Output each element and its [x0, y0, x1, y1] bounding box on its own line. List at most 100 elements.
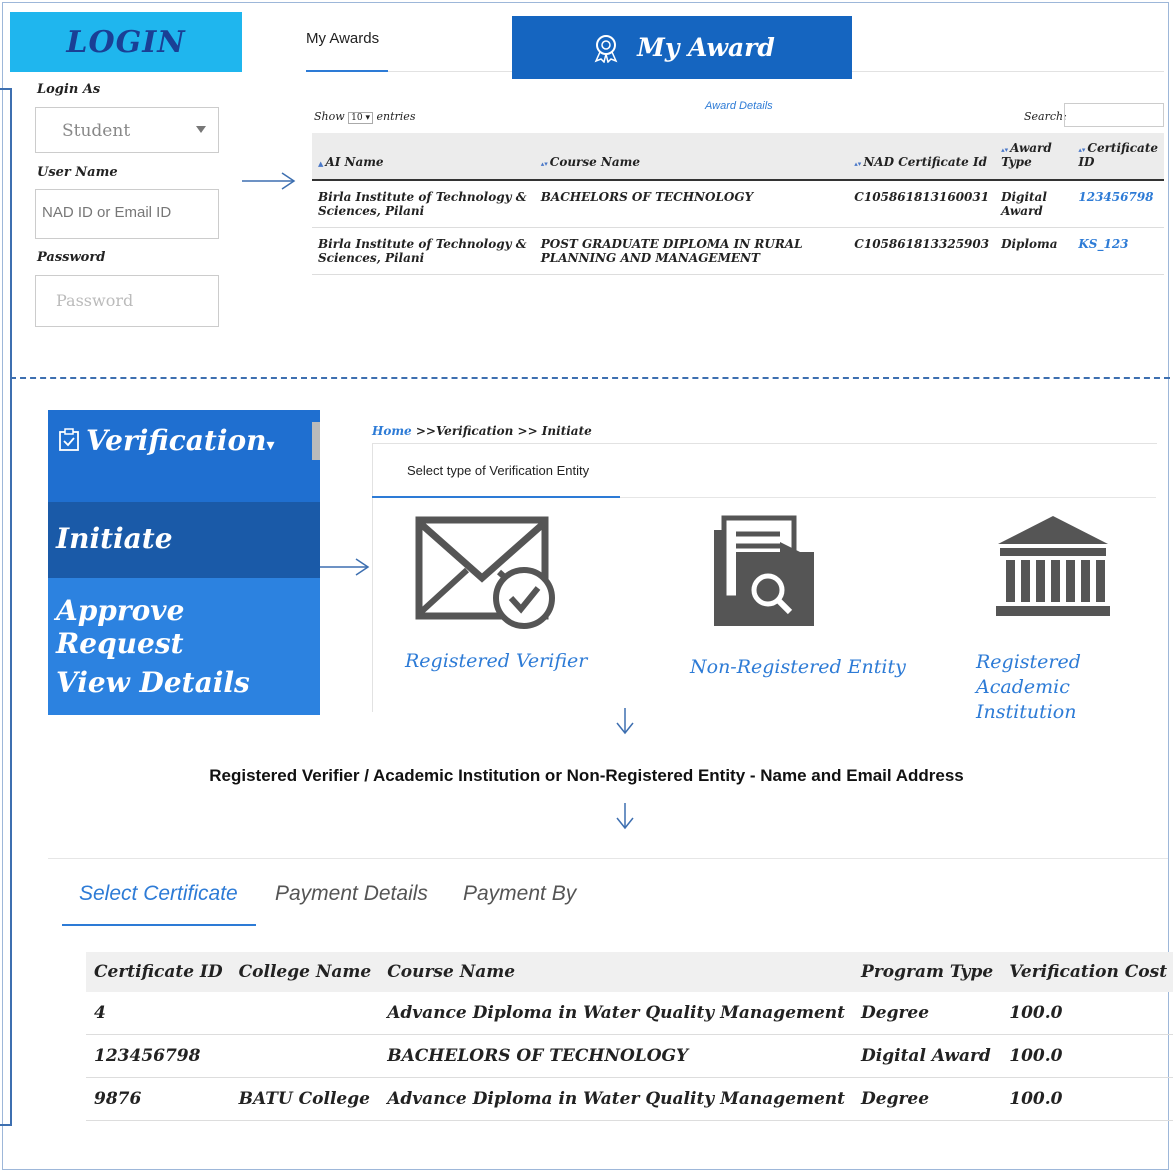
flow-connector-top	[0, 88, 12, 90]
cell-cost: 100.0	[1001, 992, 1173, 1035]
option-registered-academic-institution-label[interactable]: Registered Academic Institution	[976, 650, 1166, 725]
login-as-value: Student	[62, 121, 131, 141]
tab-payment-details[interactable]: Payment Details	[275, 882, 428, 906]
cell-ai-name: Birla Institute of Technology & Sciences…	[312, 227, 535, 275]
cell-program: Digital Award	[853, 1034, 1002, 1078]
menu-item-view-details[interactable]: View Details	[48, 646, 320, 715]
menu-scroll-handle	[312, 422, 320, 460]
breadcrumb-home-link[interactable]: Home	[372, 424, 412, 438]
cell-cert-id-link[interactable]: 123456798	[1072, 180, 1164, 228]
col-header: Verification Cost	[1001, 952, 1173, 992]
col-header: Course Name	[379, 952, 854, 992]
section-divider	[10, 377, 1170, 379]
login-as-select[interactable]: Student	[35, 107, 219, 153]
cell-college	[230, 992, 380, 1035]
cell-course: BACHELORS OF TECHNOLOGY	[379, 1034, 854, 1078]
col-header[interactable]: ▴▾ Award Type	[995, 133, 1073, 181]
cell-course: Advance Diploma in Water Quality Managem…	[379, 1077, 854, 1121]
table-row: 4 Advance Diploma in Water Quality Manag…	[86, 992, 1173, 1035]
entries-select[interactable]: 10 ▾	[348, 112, 374, 124]
table-row: Birla Institute of Technology & Sciences…	[312, 227, 1164, 275]
col-header[interactable]: ▴▾ Course Name	[534, 133, 849, 181]
certificate-table: Certificate ID College Name Course Name …	[86, 952, 1173, 1121]
cell-program: Degree	[853, 992, 1002, 1035]
username-label: User Name	[37, 165, 118, 180]
arrow-down-icon	[616, 708, 634, 735]
cell-cert-id: 9876	[86, 1077, 231, 1121]
cell-college: BATU College	[230, 1077, 380, 1121]
option-registered-verifier-label[interactable]: Registered Verifier	[405, 650, 587, 672]
tab-active-underline	[372, 496, 620, 498]
entries-value: 10	[351, 113, 363, 123]
my-award-title: My Award	[637, 33, 775, 62]
col-header: Certificate ID	[86, 952, 231, 992]
cell-college	[230, 1034, 380, 1078]
search-input[interactable]	[1064, 103, 1164, 127]
tab-divider	[620, 497, 1156, 498]
menu-item-initiate[interactable]: Initiate	[48, 502, 320, 578]
tab-my-awards[interactable]: My Awards	[306, 30, 379, 47]
show-label: Show	[314, 110, 345, 123]
cell-award-type: Digital Award	[995, 180, 1073, 228]
col-header[interactable]: ▴▾ NAD Certificate Id	[848, 133, 996, 181]
tab-select-verification-entity[interactable]: Select type of Verification Entity	[407, 463, 589, 478]
award-badge-icon	[594, 34, 618, 63]
my-award-banner: My Award	[512, 16, 852, 79]
tab-select-certificate[interactable]: Select Certificate	[79, 882, 238, 906]
cell-cost: 100.0	[1001, 1077, 1173, 1121]
col-header: College Name	[230, 952, 380, 992]
menu-item-approve-request[interactable]: Approve Request	[48, 578, 320, 660]
show-entries-control: Show 10 ▾ entries	[314, 110, 415, 124]
award-details-title: Award Details	[705, 100, 773, 112]
breadcrumb: Home >>Verification >> Initiate	[372, 424, 592, 438]
entries-label: entries	[376, 110, 416, 123]
cell-program: Degree	[853, 1077, 1002, 1121]
tab-active-underline	[306, 70, 388, 72]
col-header: Program Type	[853, 952, 1002, 992]
login-banner: LOGIN	[10, 12, 242, 72]
award-table: ▲ AI Name ▴▾ Course Name ▴▾ NAD Certificate…	[312, 133, 1164, 275]
username-placeholder: NAD ID or Email ID	[42, 204, 172, 221]
institution-icon	[996, 516, 1110, 616]
cell-cost: 100.0	[1001, 1034, 1173, 1078]
cell-nad-id: C105861813160031	[848, 180, 996, 228]
envelope-check-icon	[415, 516, 555, 629]
cell-ai-name: Birla Institute of Technology & Sciences…	[312, 180, 535, 228]
search-label: Search:	[1024, 110, 1067, 123]
password-field[interactable]: Password	[35, 275, 219, 327]
password-label: Password	[37, 250, 106, 265]
username-field[interactable]: NAD ID or Email ID	[35, 189, 219, 239]
cell-award-type: Diploma	[995, 227, 1073, 275]
arrow-right-icon	[320, 558, 370, 576]
verification-menu-title: Verification	[86, 424, 267, 457]
option-non-registered-entity-label[interactable]: Non-Registered Entity	[690, 656, 906, 678]
table-row: Birla Institute of Technology & Sciences…	[312, 180, 1164, 228]
verification-menu: Verification▾ Initiate Approve Request V…	[48, 410, 320, 715]
table-row: 123456798 BACHELORS OF TECHNOLOGY Digita…	[86, 1034, 1173, 1078]
flow-connector-line	[10, 88, 12, 1126]
cell-nad-id: C105861813325903	[848, 227, 996, 275]
col-header[interactable]: ▲ AI Name	[312, 133, 535, 181]
password-placeholder: Password	[56, 291, 134, 310]
col-header[interactable]: ▴▾ Certificate ID	[1072, 133, 1164, 181]
document-search-icon	[714, 515, 814, 626]
option-non-registered-entity[interactable]	[710, 512, 820, 634]
cell-course: BACHELORS OF TECHNOLOGY	[534, 180, 849, 228]
table-row: 9876 BATU College Advance Diploma in Wat…	[86, 1077, 1173, 1121]
arrow-right-icon	[242, 172, 296, 190]
cell-cert-id: 123456798	[86, 1034, 231, 1078]
option-registered-verifier[interactable]	[405, 512, 565, 636]
tab-payment-by[interactable]: Payment By	[463, 882, 576, 906]
clipboard-check-icon	[59, 428, 79, 451]
breadcrumb-path: >>Verification >> Initiate	[411, 424, 592, 438]
cell-course: POST GRADUATE DIPLOMA IN RURAL PLANNING …	[534, 227, 849, 275]
cell-cert-id: 4	[86, 992, 231, 1035]
verification-menu-header[interactable]: Verification▾	[48, 410, 320, 502]
tab-active-underline	[62, 924, 256, 926]
flow-connector-bottom	[0, 1124, 12, 1126]
option-registered-academic-institution[interactable]	[990, 512, 1116, 626]
chevron-down-icon	[196, 126, 206, 133]
cell-cert-id-link[interactable]: KS_123	[1072, 227, 1164, 275]
login-as-label: Login As	[37, 82, 101, 97]
arrow-down-icon	[616, 803, 634, 830]
